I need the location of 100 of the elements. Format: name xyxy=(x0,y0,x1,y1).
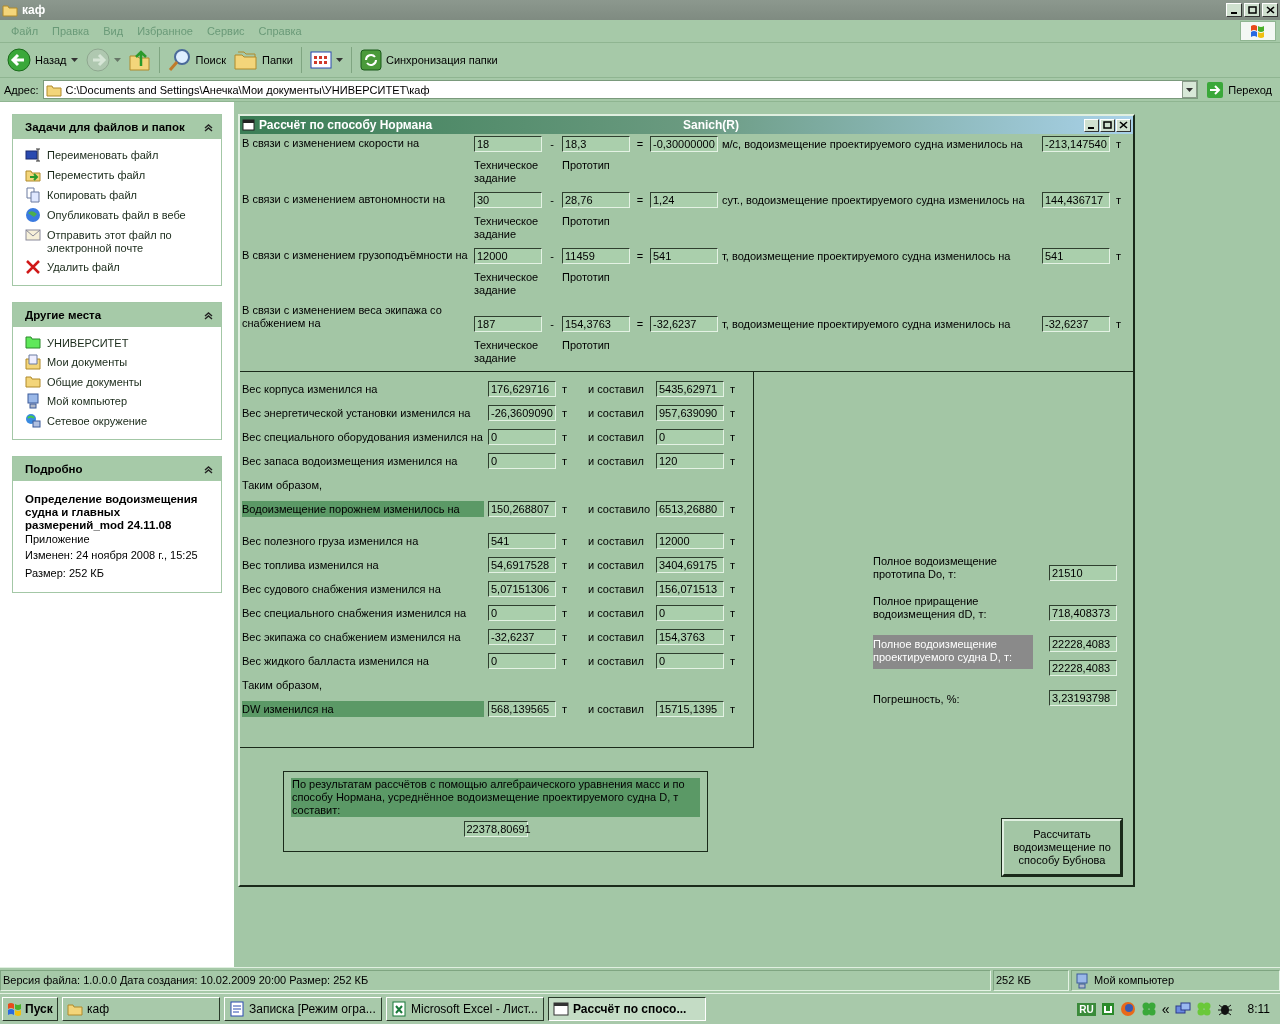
value-field[interactable]: -213,147540 xyxy=(1042,136,1110,152)
value-field[interactable]: 54,6917528 xyxy=(488,557,556,573)
folders-button[interactable]: Папки xyxy=(231,45,296,75)
value-field[interactable]: 3404,69175 xyxy=(656,557,724,573)
field-label: и составил xyxy=(587,607,645,619)
taskbar-button[interactable]: каф xyxy=(62,997,220,1021)
value-field[interactable]: -32,6237 xyxy=(488,629,556,645)
input-field[interactable]: 18 xyxy=(474,136,542,152)
task-link[interactable]: Отправить этот файл по электронной почте xyxy=(47,227,213,255)
task-link[interactable]: Мои документы xyxy=(47,354,128,369)
value-field[interactable]: 0 xyxy=(488,653,556,669)
input-field[interactable]: 30 xyxy=(474,192,542,208)
field-label: Вес судового снабжения изменился на xyxy=(242,582,442,597)
start-button[interactable]: Пуск xyxy=(2,997,58,1021)
value-field[interactable]: 0 xyxy=(488,453,556,469)
computer-icon xyxy=(25,393,41,409)
value-field[interactable]: 0 xyxy=(656,429,724,445)
taskbar-button[interactable]: Microsoft Excel - Лист... xyxy=(386,997,544,1021)
result-field[interactable]: 22378,80691 xyxy=(463,821,528,837)
value-field[interactable]: 0 xyxy=(488,429,556,445)
sync-button[interactable]: Синхронизация папки xyxy=(356,45,501,75)
unit-label: т xyxy=(729,455,737,467)
field-label: Вес запаса водоизмещения изменился на xyxy=(242,454,459,469)
back-button[interactable]: Назад xyxy=(4,45,81,75)
unit-label: т xyxy=(1115,137,1123,152)
close-button[interactable] xyxy=(1262,3,1278,17)
value-field[interactable]: 156,071513 xyxy=(656,581,724,597)
field-label: Вес экипажа со снабжением изменился на xyxy=(242,630,462,645)
value-field[interactable]: 3,23193798 xyxy=(1049,690,1117,706)
go-button[interactable]: Переход xyxy=(1202,80,1276,99)
address-field[interactable]: C:\Documents and Settings\Анечка\Мои документы\УНИВЕРСИТЕТ\каф xyxy=(42,80,1199,99)
input-field[interactable]: 28,76 xyxy=(562,192,630,208)
task-link[interactable]: УНИВЕРСИТЕТ xyxy=(47,335,129,350)
task-link[interactable]: Общие документы xyxy=(47,374,142,389)
maximize-button[interactable] xyxy=(1100,118,1115,132)
task-link[interactable]: Опубликовать файл в вебе xyxy=(47,207,186,222)
unit-label: т xyxy=(729,535,737,547)
minimize-button[interactable] xyxy=(1226,3,1242,17)
value-field[interactable]: 12000 xyxy=(656,533,724,549)
search-button[interactable]: Поиск xyxy=(164,45,229,75)
field-label: и составил xyxy=(587,431,645,443)
value-field[interactable]: 0 xyxy=(656,653,724,669)
field-caption: Прототип xyxy=(562,339,611,352)
value-field[interactable]: 1,24 xyxy=(650,192,718,208)
input-field[interactable]: 154,3763 xyxy=(562,316,630,332)
taskbar-button[interactable]: Записка [Режим огра... xyxy=(224,997,382,1021)
task-link[interactable]: Переименовать файл xyxy=(47,147,159,162)
value-field[interactable]: 22228,4083 xyxy=(1049,636,1117,652)
value-field[interactable]: 957,639090 xyxy=(656,405,724,421)
task-link[interactable]: Удалить файл xyxy=(47,259,120,274)
value-field[interactable]: 0 xyxy=(488,605,556,621)
task-link[interactable]: Переместить файл xyxy=(47,167,146,182)
field-label: В связи с изменением грузоподъёмности на xyxy=(242,249,469,263)
input-field[interactable]: 187 xyxy=(474,316,542,332)
language-indicator[interactable]: RU xyxy=(1077,1002,1096,1016)
dropdown-button[interactable] xyxy=(1182,81,1198,98)
value-field[interactable]: 120 xyxy=(656,453,724,469)
value-field[interactable]: 541 xyxy=(650,248,718,264)
value-field[interactable]: -32,6237 xyxy=(1042,316,1110,332)
unit-label: т xyxy=(729,431,737,443)
task-link[interactable]: Копировать файл xyxy=(47,187,137,202)
summary-label: Полное приращение водоизмещения dD, т: xyxy=(873,595,988,621)
value-field[interactable]: -26,3609090 xyxy=(488,405,556,421)
value-field[interactable]: 541 xyxy=(1042,248,1110,264)
value-field[interactable]: 21510 xyxy=(1049,565,1117,581)
value-field[interactable]: 15715,1395 xyxy=(656,701,724,717)
value-field[interactable]: 568,139565 xyxy=(488,701,556,717)
field-label: и составило xyxy=(587,503,652,515)
value-field[interactable]: 6513,26880 xyxy=(656,501,724,517)
value-field[interactable]: 22228,4083 xyxy=(1049,660,1117,676)
file-modified: Изменен: 24 ноября 2008 г., 15:25 xyxy=(25,548,199,563)
equals-sign: = xyxy=(635,317,645,332)
value-field[interactable]: -0,30000000 xyxy=(650,136,718,152)
minimize-button[interactable] xyxy=(1084,118,1099,132)
unit-label: т xyxy=(561,383,569,395)
input-field[interactable]: 18,3 xyxy=(562,136,630,152)
task-link[interactable]: Мой компьютер xyxy=(47,393,128,408)
unit-label: т xyxy=(729,703,737,715)
input-field[interactable]: 12000 xyxy=(474,248,542,264)
field-label: и составил xyxy=(587,655,645,667)
close-button[interactable] xyxy=(1116,118,1131,132)
task-link[interactable]: Сетевое окружение xyxy=(47,413,148,428)
value-field[interactable]: 718,408373 xyxy=(1049,605,1117,621)
maximize-button[interactable] xyxy=(1244,3,1260,17)
value-field[interactable]: 176,629716 xyxy=(488,381,556,397)
value-field[interactable]: 144,436717 xyxy=(1042,192,1110,208)
maximize-icon xyxy=(1247,6,1257,14)
expand-tray-button[interactable]: « xyxy=(1161,1001,1170,1017)
value-field[interactable]: 0 xyxy=(656,605,724,621)
input-field[interactable]: 11459 xyxy=(562,248,630,264)
value-field[interactable]: 541 xyxy=(488,533,556,549)
calculate-button[interactable]: Рассчитать водоизмещение по способу Бубнова xyxy=(1002,819,1122,876)
document-icon xyxy=(229,1001,245,1017)
value-field[interactable]: 150,268807 xyxy=(488,501,556,517)
value-field[interactable]: -32,6237 xyxy=(650,316,718,332)
value-field[interactable]: 5435,62971 xyxy=(656,381,724,397)
file-type: Приложение xyxy=(25,533,91,546)
value-field[interactable]: 154,3763 xyxy=(656,629,724,645)
value-field[interactable]: 5,07151306 xyxy=(488,581,556,597)
taskbar-button[interactable]: Рассчёт по спосо... xyxy=(548,997,706,1021)
